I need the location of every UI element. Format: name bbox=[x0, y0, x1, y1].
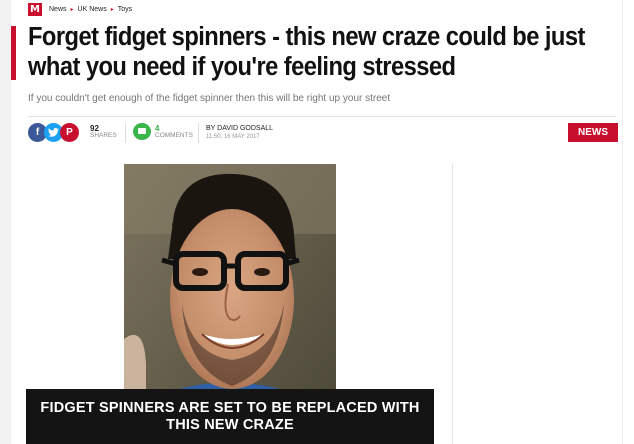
breadcrumb: M News ▸ UK News ▸ Toys bbox=[28, 2, 132, 16]
publish-date: 11:50, 16 MAY 2017 bbox=[206, 134, 260, 140]
headline-accent-bar bbox=[11, 26, 16, 80]
breadcrumb-uk-news[interactable]: UK News bbox=[78, 6, 107, 13]
share-count-label: SHARES bbox=[90, 132, 117, 139]
mirror-logo[interactable]: M bbox=[28, 2, 42, 16]
comment-count-label: COMMENTS bbox=[155, 132, 193, 139]
breadcrumb-separator-icon: ▸ bbox=[110, 6, 114, 13]
meta-separator bbox=[198, 123, 199, 143]
page-title: Forget fidget spinners - this new craze … bbox=[28, 23, 585, 81]
twitter-bird-icon bbox=[48, 128, 59, 137]
byline: BY DAVID GODSALL 11:50, 16 MAY 2017 bbox=[206, 125, 273, 141]
share-count: 92 SHARES bbox=[90, 124, 117, 140]
breadcrumb-toys[interactable]: Toys bbox=[118, 6, 132, 13]
sidebar-divider bbox=[452, 163, 453, 444]
article-meta-bar: f P 92 SHARES 4 COMMENTS BY DAVID GODSAL… bbox=[28, 122, 618, 144]
meta-divider bbox=[28, 116, 616, 117]
breadcrumb-news[interactable]: News bbox=[49, 6, 67, 13]
author-name[interactable]: BY DAVID GODSALL bbox=[206, 125, 273, 133]
image-caption: FIDGET SPINNERS ARE SET TO BE REPLACED W… bbox=[26, 389, 434, 444]
breadcrumb-separator-icon: ▸ bbox=[70, 6, 74, 13]
left-gutter bbox=[0, 0, 11, 444]
comment-count[interactable]: 4 COMMENTS bbox=[155, 124, 193, 140]
share-count-number: 92 bbox=[90, 124, 99, 133]
pinterest-icon[interactable]: P bbox=[60, 123, 79, 142]
article-subheadline: If you couldn't get enough of the fidget… bbox=[28, 93, 391, 104]
page-edge-line bbox=[622, 0, 623, 444]
comment-count-number: 4 bbox=[155, 124, 160, 133]
comment-icon[interactable] bbox=[133, 123, 151, 140]
news-badge[interactable]: NEWS bbox=[568, 123, 618, 142]
meta-separator bbox=[125, 123, 126, 143]
